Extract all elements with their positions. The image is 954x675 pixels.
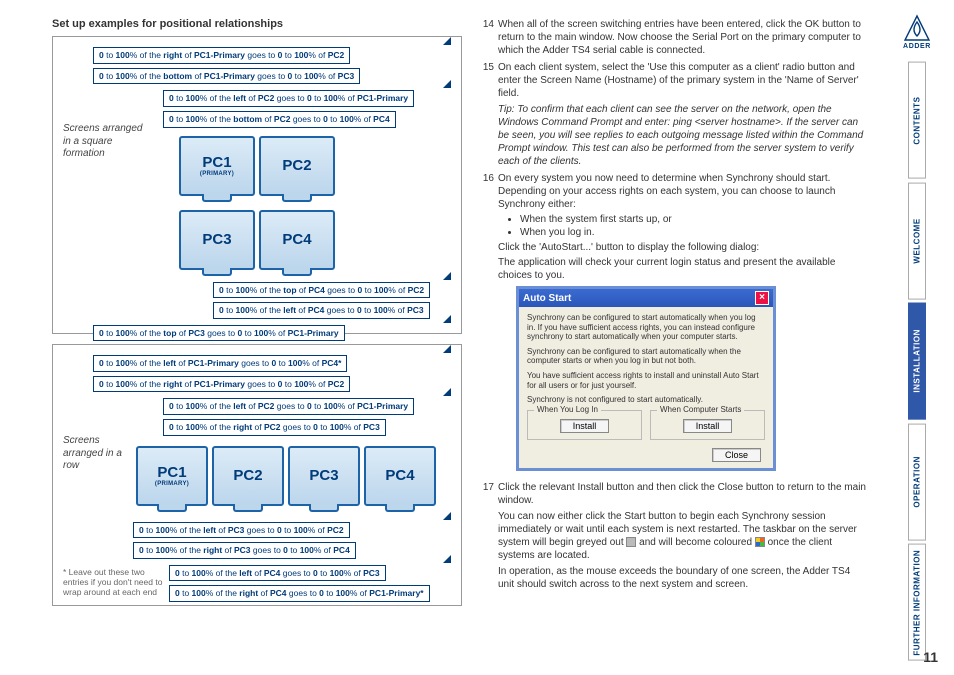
close-button[interactable]: Close — [712, 448, 761, 462]
rule: 0 to 100% of the right of PC2 goes to 0 … — [163, 419, 386, 436]
nav-welcome[interactable]: WELCOME — [908, 183, 926, 300]
screen-pc1: PC1(PRIMARY) — [136, 446, 208, 506]
screen-pc4: PC4 — [259, 210, 335, 270]
step-num: 15 — [480, 61, 498, 168]
step-15: On each client system, select the 'Use t… — [498, 61, 868, 168]
nav-operation[interactable]: OPERATION — [908, 424, 926, 541]
install-startup-button[interactable]: Install — [683, 419, 733, 433]
screen-pc3: PC3 — [179, 210, 255, 270]
diagram-caption: Screens arranged in a row — [63, 435, 123, 473]
autostart-dialog: Auto Start × Synchrony can be configured… — [516, 286, 776, 471]
screen-pc2: PC2 — [259, 136, 335, 196]
nav-further-info[interactable]: FURTHER INFORMATION — [908, 544, 926, 661]
diagram-square: 0 to 100% of the right of PC1-Primary go… — [52, 36, 462, 334]
rule: 0 to 100% of the left of PC2 goes to 0 t… — [163, 90, 414, 107]
rule: 0 to 100% of the bottom of PC1-Primary g… — [93, 68, 360, 85]
step-num: 14 — [480, 18, 498, 57]
step-17: Click the relevant Install button and th… — [498, 481, 868, 591]
taskbar-grey-icon — [626, 537, 636, 547]
rule: 0 to 100% of the left of PC4 goes to 0 t… — [213, 302, 430, 319]
rule: 0 to 100% of the top of PC3 goes to 0 to… — [93, 325, 345, 342]
step-14: When all of the screen switching entries… — [498, 18, 868, 57]
rule: 0 to 100% of the left of PC2 goes to 0 t… — [163, 398, 414, 415]
step-num: 17 — [480, 481, 498, 591]
section-heading: Set up examples for positional relations… — [52, 18, 462, 30]
close-icon[interactable]: × — [755, 291, 769, 305]
rule: 0 to 100% of the top of PC4 goes to 0 to… — [213, 282, 430, 299]
screen-pc3: PC3 — [288, 446, 360, 506]
screen-pc4: PC4 — [364, 446, 436, 506]
step-16: On every system you now need to determin… — [498, 172, 868, 477]
rule: 0 to 100% of the bottom of PC2 goes to 0… — [163, 111, 396, 128]
diagram-caption: Screens arranged in a square formation — [63, 123, 153, 161]
screen-pc1: PC1(PRIMARY) — [179, 136, 255, 196]
rule: 0 to 100% of the left of PC4 goes to 0 t… — [169, 565, 386, 582]
rule: 0 to 100% of the right of PC3 goes to 0 … — [133, 542, 356, 559]
step-15-tip: Tip: To confirm that each client can see… — [498, 104, 863, 167]
dialog-title: Auto Start — [523, 292, 571, 305]
install-login-button[interactable]: Install — [560, 419, 610, 433]
step-num: 16 — [480, 172, 498, 477]
rule: 0 to 100% of the right of PC4 goes to 0 … — [169, 585, 430, 602]
page-number: 11 — [923, 649, 938, 665]
rule: 0 to 100% of the left of PC3 goes to 0 t… — [133, 522, 350, 539]
adder-logo: ADDER — [897, 14, 937, 56]
taskbar-colour-icon — [755, 537, 765, 547]
footnote: * Leave out these two entries if you don… — [63, 567, 163, 598]
group-startup: When Computer Starts Install — [650, 410, 765, 440]
rule: 0 to 100% of the right of PC1-Primary go… — [93, 47, 350, 64]
rule: 0 to 100% of the right of PC1-Primary go… — [93, 376, 350, 393]
group-login: When You Log In Install — [527, 410, 642, 440]
screen-pc2: PC2 — [212, 446, 284, 506]
rule: 0 to 100% of the left of PC1-Primary goe… — [93, 355, 347, 372]
diagram-row: 0 to 100% of the left of PC1-Primary goe… — [52, 344, 462, 606]
nav-contents[interactable]: CONTENTS — [908, 62, 926, 179]
nav-installation[interactable]: INSTALLATION — [908, 303, 926, 420]
